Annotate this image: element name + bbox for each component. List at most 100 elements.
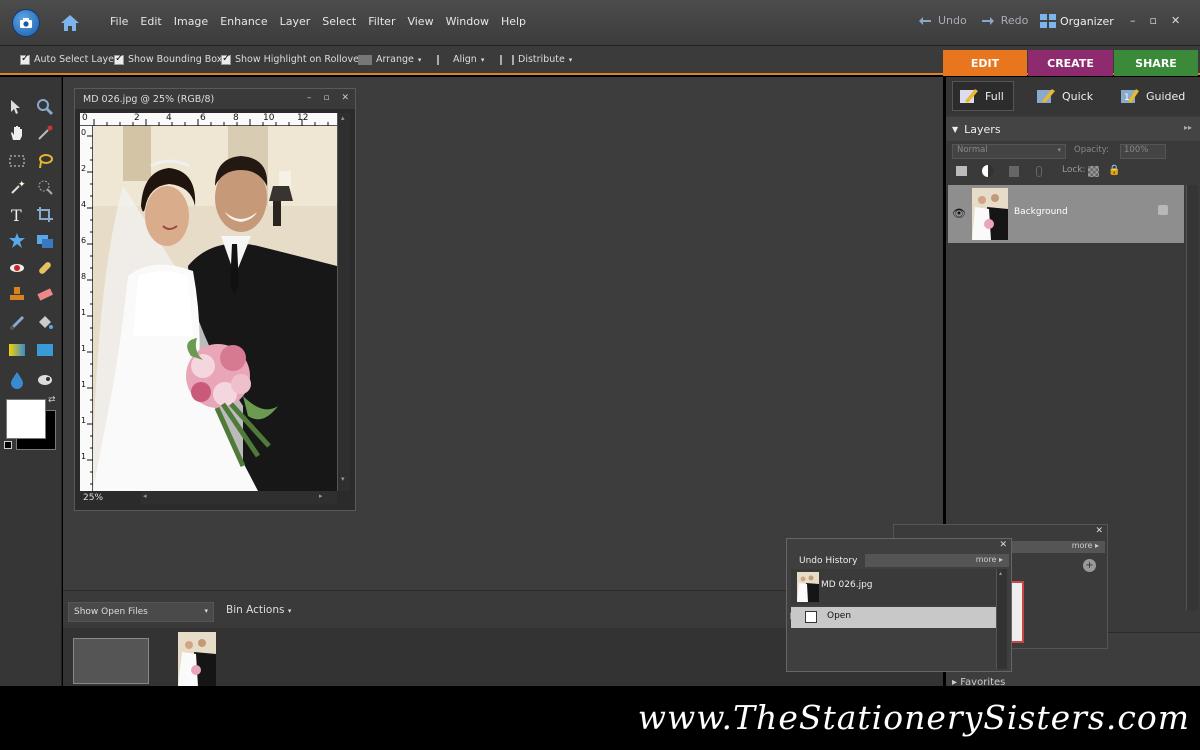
minimize-icon[interactable]: – xyxy=(1130,14,1136,27)
healing-brush-tool-icon[interactable] xyxy=(34,257,56,279)
crop-tool-icon[interactable] xyxy=(34,204,56,226)
auto-select-layer-option[interactable]: Auto Select Layer xyxy=(20,53,118,65)
bin-thumbnail-blank[interactable] xyxy=(73,638,149,684)
zoom-tool-icon[interactable] xyxy=(34,96,56,118)
sponge-tool-icon[interactable] xyxy=(34,369,56,391)
redo-button[interactable]: Redo xyxy=(1001,14,1029,27)
magic-wand-tool-icon[interactable]: ✦ xyxy=(6,176,28,198)
doc-minimize-icon[interactable]: – xyxy=(307,93,312,103)
menu-filter[interactable]: Filter xyxy=(368,15,395,28)
swap-colors-icon[interactable]: ⇄ xyxy=(48,395,56,405)
menu-help[interactable]: Help xyxy=(501,15,526,28)
document-title-bar[interactable]: MD 026.jpg @ 25% (RGB/8) – ▫ ✕ xyxy=(75,89,355,109)
cookie-cutter-tool-icon[interactable] xyxy=(6,230,28,252)
marquee-tool-icon[interactable] xyxy=(6,150,28,172)
blend-mode-dropdown[interactable]: Normal ▾ xyxy=(952,144,1066,159)
lock-all-icon[interactable]: 🔒 xyxy=(1108,165,1120,176)
type-tool-icon[interactable]: T xyxy=(6,204,28,226)
foreground-color-swatch[interactable] xyxy=(6,399,46,439)
show-open-files-dropdown[interactable]: Show Open Files ▾ xyxy=(68,602,214,622)
scroll-right-icon[interactable]: ▸ xyxy=(319,492,323,500)
move-tool-icon[interactable] xyxy=(6,96,28,118)
auto-select-checkbox[interactable] xyxy=(20,53,30,65)
back-panel-more[interactable]: more ▸ xyxy=(1072,541,1099,550)
distribute-dropdown[interactable]: Distribute ▾ xyxy=(500,54,572,65)
undo-button[interactable]: Undo xyxy=(938,14,967,27)
undo-icon[interactable] xyxy=(918,16,932,26)
scroll-up-icon[interactable]: ▴ xyxy=(341,114,345,122)
menu-layer[interactable]: Layer xyxy=(280,15,311,28)
menu-file[interactable]: File xyxy=(110,15,128,28)
menu-view[interactable]: View xyxy=(407,15,433,28)
undo-history-more-menu[interactable]: more ▸ xyxy=(976,555,1003,564)
brush-tool-icon[interactable] xyxy=(6,312,28,334)
menu-select[interactable]: Select xyxy=(322,15,356,28)
link-icon[interactable] xyxy=(1036,166,1042,177)
svg-text:T: T xyxy=(11,206,22,224)
menu-enhance[interactable]: Enhance xyxy=(220,15,267,28)
highlight-checkbox[interactable] xyxy=(221,53,231,65)
tab-edit[interactable]: EDIT xyxy=(943,50,1027,76)
history-item-open[interactable]: Open xyxy=(791,607,996,628)
bin-actions-menu[interactable]: Bin Actions ▾ xyxy=(226,604,291,616)
scroll-down-icon[interactable]: ▾ xyxy=(341,475,345,483)
layers-scrollbar[interactable] xyxy=(1186,185,1198,610)
trash-icon[interactable] xyxy=(1009,166,1019,177)
quick-selection-tool-icon[interactable] xyxy=(34,176,56,198)
lasso-tool-icon[interactable] xyxy=(34,150,56,172)
mode-quick-button[interactable]: Quick xyxy=(1036,81,1093,111)
gradient-tool-icon[interactable] xyxy=(6,339,28,361)
mode-full-button[interactable]: Full xyxy=(952,81,1014,111)
menu-edit[interactable]: Edit xyxy=(140,15,161,28)
zoom-in-icon[interactable]: + xyxy=(1083,559,1096,572)
menu-image[interactable]: Image xyxy=(174,15,208,28)
close-icon[interactable]: ✕ xyxy=(1171,14,1180,27)
adjustment-layer-icon[interactable] xyxy=(982,165,994,177)
shape-tool-icon[interactable] xyxy=(34,339,56,361)
opacity-field[interactable]: 100% xyxy=(1120,144,1166,159)
organizer-button[interactable]: Organizer xyxy=(1040,14,1114,28)
eyedropper-tool-icon[interactable] xyxy=(34,122,56,144)
undo-history-scrollbar[interactable]: ▴ xyxy=(996,569,1007,669)
scroll-left-icon[interactable]: ◂ xyxy=(143,492,147,500)
lock-transparency-icon[interactable] xyxy=(1088,166,1099,177)
eraser-tool-icon[interactable] xyxy=(34,283,56,305)
scroll-up-icon[interactable]: ▴ xyxy=(999,570,1002,577)
red-eye-tool-icon[interactable] xyxy=(6,257,28,279)
close-icon[interactable]: ✕ xyxy=(1095,526,1103,536)
recompose-tool-icon[interactable] xyxy=(34,230,56,252)
new-layer-icon[interactable] xyxy=(956,166,967,176)
document-horizontal-scrollbar[interactable]: ◂ ▸ xyxy=(141,491,337,504)
panel-menu-icon[interactable]: ▸▸ xyxy=(1184,123,1192,132)
home-icon[interactable] xyxy=(56,9,84,37)
redo-icon[interactable] xyxy=(981,16,995,26)
eye-visibility-icon[interactable]: 👁 xyxy=(952,207,966,220)
show-bounding-box-option[interactable]: Show Bounding Box xyxy=(114,53,222,65)
bounding-box-checkbox[interactable] xyxy=(114,53,124,65)
history-item-snapshot[interactable]: MD 026.jpg xyxy=(791,569,996,605)
paint-bucket-tool-icon[interactable] xyxy=(34,312,56,334)
maximize-icon[interactable]: ▫ xyxy=(1150,14,1157,27)
mode-guided-button[interactable]: 1 Guided xyxy=(1120,81,1185,111)
clone-stamp-tool-icon[interactable] xyxy=(6,283,28,305)
wedding-photo-canvas[interactable] xyxy=(93,126,337,491)
tab-create[interactable]: CREATE xyxy=(1028,50,1113,76)
layers-panel-header[interactable]: ▼ Layers ▸▸ xyxy=(946,117,1200,141)
app-logo-camera-icon[interactable] xyxy=(12,9,40,37)
align-dropdown[interactable]: Align ▾ xyxy=(437,54,484,65)
document-vertical-scrollbar[interactable]: ▴ ▾ xyxy=(337,113,350,491)
default-colors-icon[interactable] xyxy=(4,441,12,449)
doc-maximize-icon[interactable]: ▫ xyxy=(323,93,329,103)
show-highlight-option[interactable]: Show Highlight on Rollover xyxy=(221,53,363,65)
blur-tool-icon[interactable] xyxy=(6,369,28,391)
arrange-dropdown[interactable]: Arrange ▾ xyxy=(358,54,421,65)
layer-row-background[interactable]: 👁 Background xyxy=(948,185,1184,243)
doc-close-icon[interactable]: ✕ xyxy=(341,93,349,103)
undo-history-tab[interactable]: Undo History xyxy=(791,554,866,567)
zoom-level[interactable]: 25% xyxy=(80,491,141,504)
bin-thumbnail-photo[interactable] xyxy=(178,632,216,686)
hand-tool-icon[interactable] xyxy=(6,122,28,144)
menu-window[interactable]: Window xyxy=(446,15,489,28)
tab-share[interactable]: SHARE xyxy=(1114,50,1198,76)
close-icon[interactable]: ✕ xyxy=(999,540,1007,550)
